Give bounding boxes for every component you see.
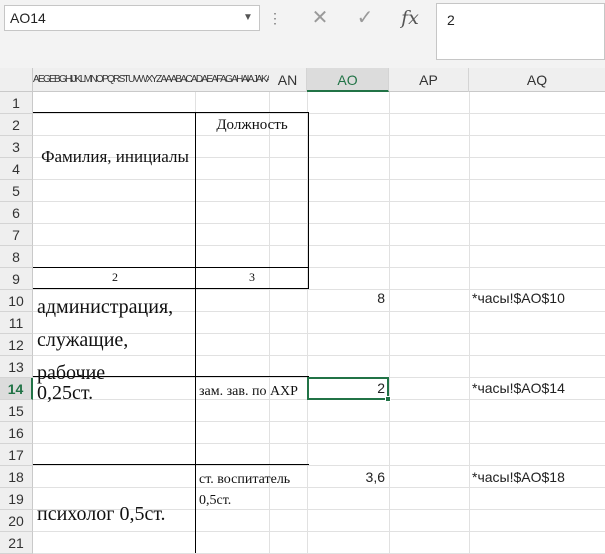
chevron-down-icon[interactable]: ▼	[238, 5, 258, 31]
row-header[interactable]: 15	[0, 400, 33, 422]
grid-row-line	[33, 465, 605, 466]
row-header[interactable]: 5	[0, 180, 33, 202]
row-header[interactable]: 4	[0, 158, 33, 180]
row-header[interactable]: 21	[0, 532, 33, 554]
row-header[interactable]: 2	[0, 114, 33, 136]
name-box[interactable]: AO14	[4, 5, 260, 31]
row-header[interactable]: 17	[0, 444, 33, 466]
reference-cell[interactable]: *часы!$AO$18	[472, 469, 605, 485]
grid-row-line	[33, 113, 605, 114]
column-header-AQ[interactable]: AQ	[469, 68, 605, 92]
grid-row-line	[33, 223, 605, 224]
row-header[interactable]: 18	[0, 466, 33, 488]
table-border-top	[33, 112, 309, 113]
grid-row-line	[33, 201, 605, 202]
table-border-index-top	[33, 267, 309, 268]
grid-row-line	[33, 421, 605, 422]
table-border-row3	[33, 464, 309, 465]
column-header-AN[interactable]: AN	[269, 68, 307, 92]
insert-function-icon[interactable]: fx	[393, 5, 427, 31]
row-header[interactable]: 8	[0, 246, 33, 268]
column-header-AO[interactable]: AO	[307, 68, 389, 92]
reference-cell[interactable]: *часы!$AO$14	[472, 380, 605, 396]
row-header[interactable]: 11	[0, 312, 33, 334]
row-header[interactable]: 3	[0, 136, 33, 158]
row-header[interactable]: 12	[0, 334, 33, 356]
value-cell[interactable]: 8	[310, 290, 385, 306]
row-header[interactable]: 1	[0, 92, 33, 114]
column-header-AP[interactable]: AP	[389, 68, 469, 92]
value-cell[interactable]: 3,6	[310, 469, 385, 485]
position-cell[interactable]: ст. воспитатель 0,5ст.	[199, 469, 305, 511]
name-cell[interactable]: 0,25ст.	[37, 382, 193, 405]
table-border-middle	[195, 112, 196, 553]
position-header: Должность	[216, 117, 288, 133]
select-all-corner[interactable]	[0, 68, 33, 92]
row-header[interactable]: 6	[0, 202, 33, 224]
row-header[interactable]: 13	[0, 356, 33, 378]
row-header[interactable]: 16	[0, 422, 33, 444]
grid-column-line	[389, 92, 390, 553]
active-cell-selection[interactable]	[307, 377, 389, 400]
position-index: 3	[249, 270, 255, 284]
cancel-icon[interactable]: ✕	[303, 5, 337, 31]
row-header[interactable]: 20	[0, 510, 33, 532]
enter-check-icon[interactable]: ✓	[348, 5, 382, 31]
position-cell[interactable]: зам. зав. по АХР	[199, 381, 305, 403]
fill-handle[interactable]	[385, 396, 391, 402]
row-header[interactable]: 9	[0, 268, 33, 290]
name-header: Фамилия, инициалы	[41, 147, 189, 166]
row-header[interactable]: 14	[0, 378, 33, 400]
grid-column-line	[469, 92, 470, 553]
more-dots-icon[interactable]: ⋮	[268, 6, 282, 30]
table-border-index-bottom	[33, 288, 309, 289]
grid-row-line	[33, 487, 605, 488]
name-cell[interactable]: администрация, служащие, рабочие	[37, 291, 193, 390]
table-border-right	[308, 112, 309, 289]
name-cell[interactable]: психолог 0,5ст.	[37, 503, 195, 526]
row-header[interactable]: 10	[0, 290, 33, 312]
grid-row-line	[33, 179, 605, 180]
column-headers-collapsed[interactable]: AEGEBGHIJKLMNOPQRSTUVWXYZAAABACADAEAFAGA…	[33, 68, 269, 92]
reference-cell[interactable]: *часы!$AO$10	[472, 290, 605, 306]
name-index: 2	[112, 270, 118, 284]
formula-input[interactable]: 2	[436, 3, 605, 60]
grid-row-line	[33, 443, 605, 444]
row-header[interactable]: 19	[0, 488, 33, 510]
grid-row-line	[33, 245, 605, 246]
grid-row-line	[33, 531, 605, 532]
grid-row-line	[33, 135, 605, 136]
row-header[interactable]: 7	[0, 224, 33, 246]
